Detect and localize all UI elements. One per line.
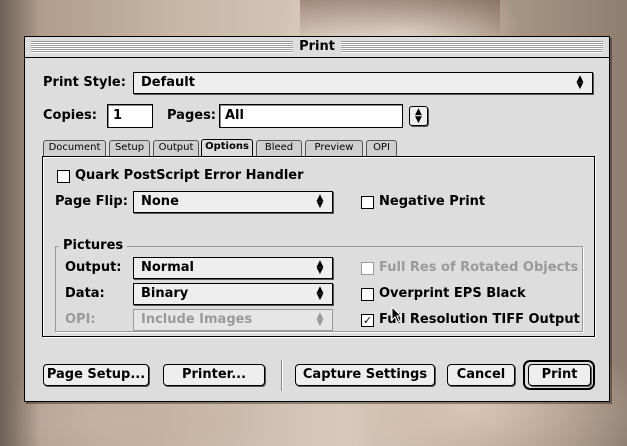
popup-arrows-icon: ▲ ▼ [316, 311, 324, 328]
tab-opi[interactable]: OPI [366, 140, 397, 156]
popup-arrows-icon: ▲ ▼ [316, 259, 324, 276]
checkmark-icon: ✓ [362, 314, 373, 327]
data-label: Data: [65, 286, 105, 301]
overprint-eps-checkbox[interactable] [361, 288, 374, 301]
page-setup-button[interactable]: Page Setup... [43, 364, 149, 386]
tab-preview[interactable]: Preview [305, 140, 363, 156]
full-res-tiff-checkbox[interactable]: ✓ [361, 314, 374, 327]
title-bar[interactable]: Print [25, 37, 609, 58]
copies-field[interactable]: 1 [107, 104, 153, 128]
popup-arrows-icon: ▲ ▼ [576, 74, 584, 91]
opi-label: OPI: [65, 312, 96, 327]
page-flip-popup[interactable]: None ▲ ▼ [133, 191, 333, 213]
window-title: Print [293, 38, 341, 56]
data-popup[interactable]: Binary ▲ ▼ [133, 283, 333, 305]
popup-arrows-icon: ▲ ▼ [415, 107, 422, 125]
print-button[interactable]: Print [528, 364, 591, 386]
popup-arrows-icon: ▲ ▼ [316, 193, 324, 210]
error-handler-checkbox[interactable] [57, 170, 70, 183]
output-label: Output: [65, 260, 122, 275]
tab-output[interactable]: Output [153, 140, 199, 156]
tab-setup[interactable]: Setup [109, 140, 150, 156]
popup-arrows-icon: ▲ ▼ [316, 285, 324, 302]
button-separator [281, 360, 283, 391]
print-dialog: Print Print Style: Default ▲ ▼ Copies: 1 … [24, 36, 610, 402]
full-res-rotated-label: Full Res of Rotated Objects [379, 260, 579, 275]
overprint-eps-label: Overprint EPS Black [379, 286, 526, 301]
copies-label: Copies: [43, 108, 97, 123]
cancel-button[interactable]: Cancel [447, 364, 515, 386]
pages-popup-button[interactable]: ▲ ▼ [409, 106, 428, 126]
opi-popup: Include Images ▲ ▼ [133, 309, 333, 331]
negative-print-checkbox[interactable] [361, 196, 374, 209]
tab-document[interactable]: Document [43, 140, 106, 156]
printer-button[interactable]: Printer... [163, 364, 265, 386]
full-res-rotated-checkbox [361, 262, 374, 275]
data-value: Binary [141, 286, 189, 301]
pictures-group-title: Pictures [59, 238, 128, 254]
error-handler-label: Quark PostScript Error Handler [75, 168, 304, 183]
mouse-pointer-icon [391, 306, 403, 324]
output-popup[interactable]: Normal ▲ ▼ [133, 257, 333, 279]
full-res-tiff-label: Full Resolution TIFF Output [379, 312, 580, 327]
page-flip-label: Page Flip: [55, 194, 128, 209]
output-value: Normal [141, 260, 194, 275]
print-style-label: Print Style: [43, 75, 126, 90]
tab-options[interactable]: Options [201, 139, 253, 157]
tab-bleed[interactable]: Bleed [256, 140, 302, 156]
pages-field[interactable]: All [219, 104, 403, 128]
capture-settings-button[interactable]: Capture Settings [295, 364, 435, 386]
opi-value: Include Images [141, 312, 253, 327]
print-style-popup[interactable]: Default ▲ ▼ [133, 72, 593, 94]
pages-label: Pages: [167, 108, 217, 123]
print-style-value: Default [141, 75, 195, 90]
background-detail [300, 0, 500, 40]
page-flip-value: None [141, 194, 179, 209]
negative-print-label: Negative Print [379, 194, 486, 209]
